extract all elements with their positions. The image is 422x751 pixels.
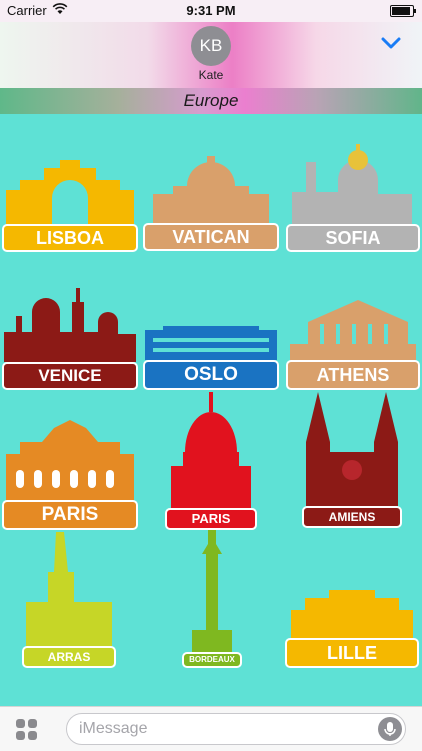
belfry-icon xyxy=(26,532,112,646)
sticker-label: ATHENS xyxy=(286,360,420,390)
sticker-label: ARRAS xyxy=(22,646,116,668)
sticker-paris-opera[interactable]: PARIS xyxy=(2,418,138,530)
app-drawer-icon[interactable] xyxy=(16,719,38,741)
clock: 9:31 PM xyxy=(186,3,236,18)
conversation-header: KB Kate xyxy=(0,22,422,88)
palace-icon xyxy=(145,326,277,360)
sticker-lisboa[interactable]: LISBOA xyxy=(2,160,138,252)
contact-name[interactable]: Kate xyxy=(0,68,422,82)
gothic-cathedral-icon xyxy=(306,392,398,506)
sticker-label: LISBOA xyxy=(2,224,138,252)
sticker-label: AMIENS xyxy=(302,506,402,528)
sticker-bordeaux[interactable]: BORDEAUX xyxy=(182,530,242,668)
sticker-vatican[interactable]: VATICAN xyxy=(143,150,279,251)
sticker-paris-invalides[interactable]: PARIS xyxy=(165,392,257,530)
temple-icon xyxy=(290,300,416,360)
sticker-label: VENICE xyxy=(2,362,138,390)
sticker-arras[interactable]: ARRAS xyxy=(22,532,116,668)
arch-icon xyxy=(6,160,134,224)
sticker-pack-banner: Europe xyxy=(0,88,422,114)
town-hall-icon xyxy=(291,590,413,638)
message-placeholder: iMessage xyxy=(79,720,148,737)
sticker-athens[interactable]: ATHENS xyxy=(286,292,420,390)
skyline-icon xyxy=(4,288,136,362)
basilica-icon xyxy=(153,156,269,223)
sticker-sofia[interactable]: SOFIA xyxy=(286,142,420,252)
sticker-label: SOFIA xyxy=(286,224,420,252)
cathedral-icon xyxy=(292,144,412,224)
chevron-down-icon[interactable] xyxy=(380,36,402,50)
pack-title: Europe xyxy=(183,91,239,110)
sticker-label: PARIS xyxy=(165,508,257,530)
compose-bar: iMessage xyxy=(0,706,422,751)
contact-avatar[interactable]: KB xyxy=(191,26,231,66)
sticker-label: PARIS xyxy=(2,500,138,530)
sticker-label: VATICAN xyxy=(143,223,279,251)
monument-column-icon xyxy=(192,530,232,652)
sticker-label: BORDEAUX xyxy=(182,652,242,668)
status-bar: Carrier 9:31 PM xyxy=(0,0,422,22)
battery-icon xyxy=(390,5,416,17)
sticker-label: OSLO xyxy=(143,360,279,390)
microphone-icon[interactable] xyxy=(378,717,402,741)
sticker-oslo[interactable]: OSLO xyxy=(143,320,279,390)
opera-house-icon xyxy=(6,420,134,500)
dome-icon xyxy=(171,392,251,508)
message-input[interactable]: iMessage xyxy=(66,713,406,745)
sticker-amiens[interactable]: AMIENS xyxy=(302,392,402,530)
sticker-venice[interactable]: VENICE xyxy=(2,288,138,390)
sticker-label: LILLE xyxy=(285,638,419,668)
sticker-lille[interactable]: LILLE xyxy=(285,588,419,668)
